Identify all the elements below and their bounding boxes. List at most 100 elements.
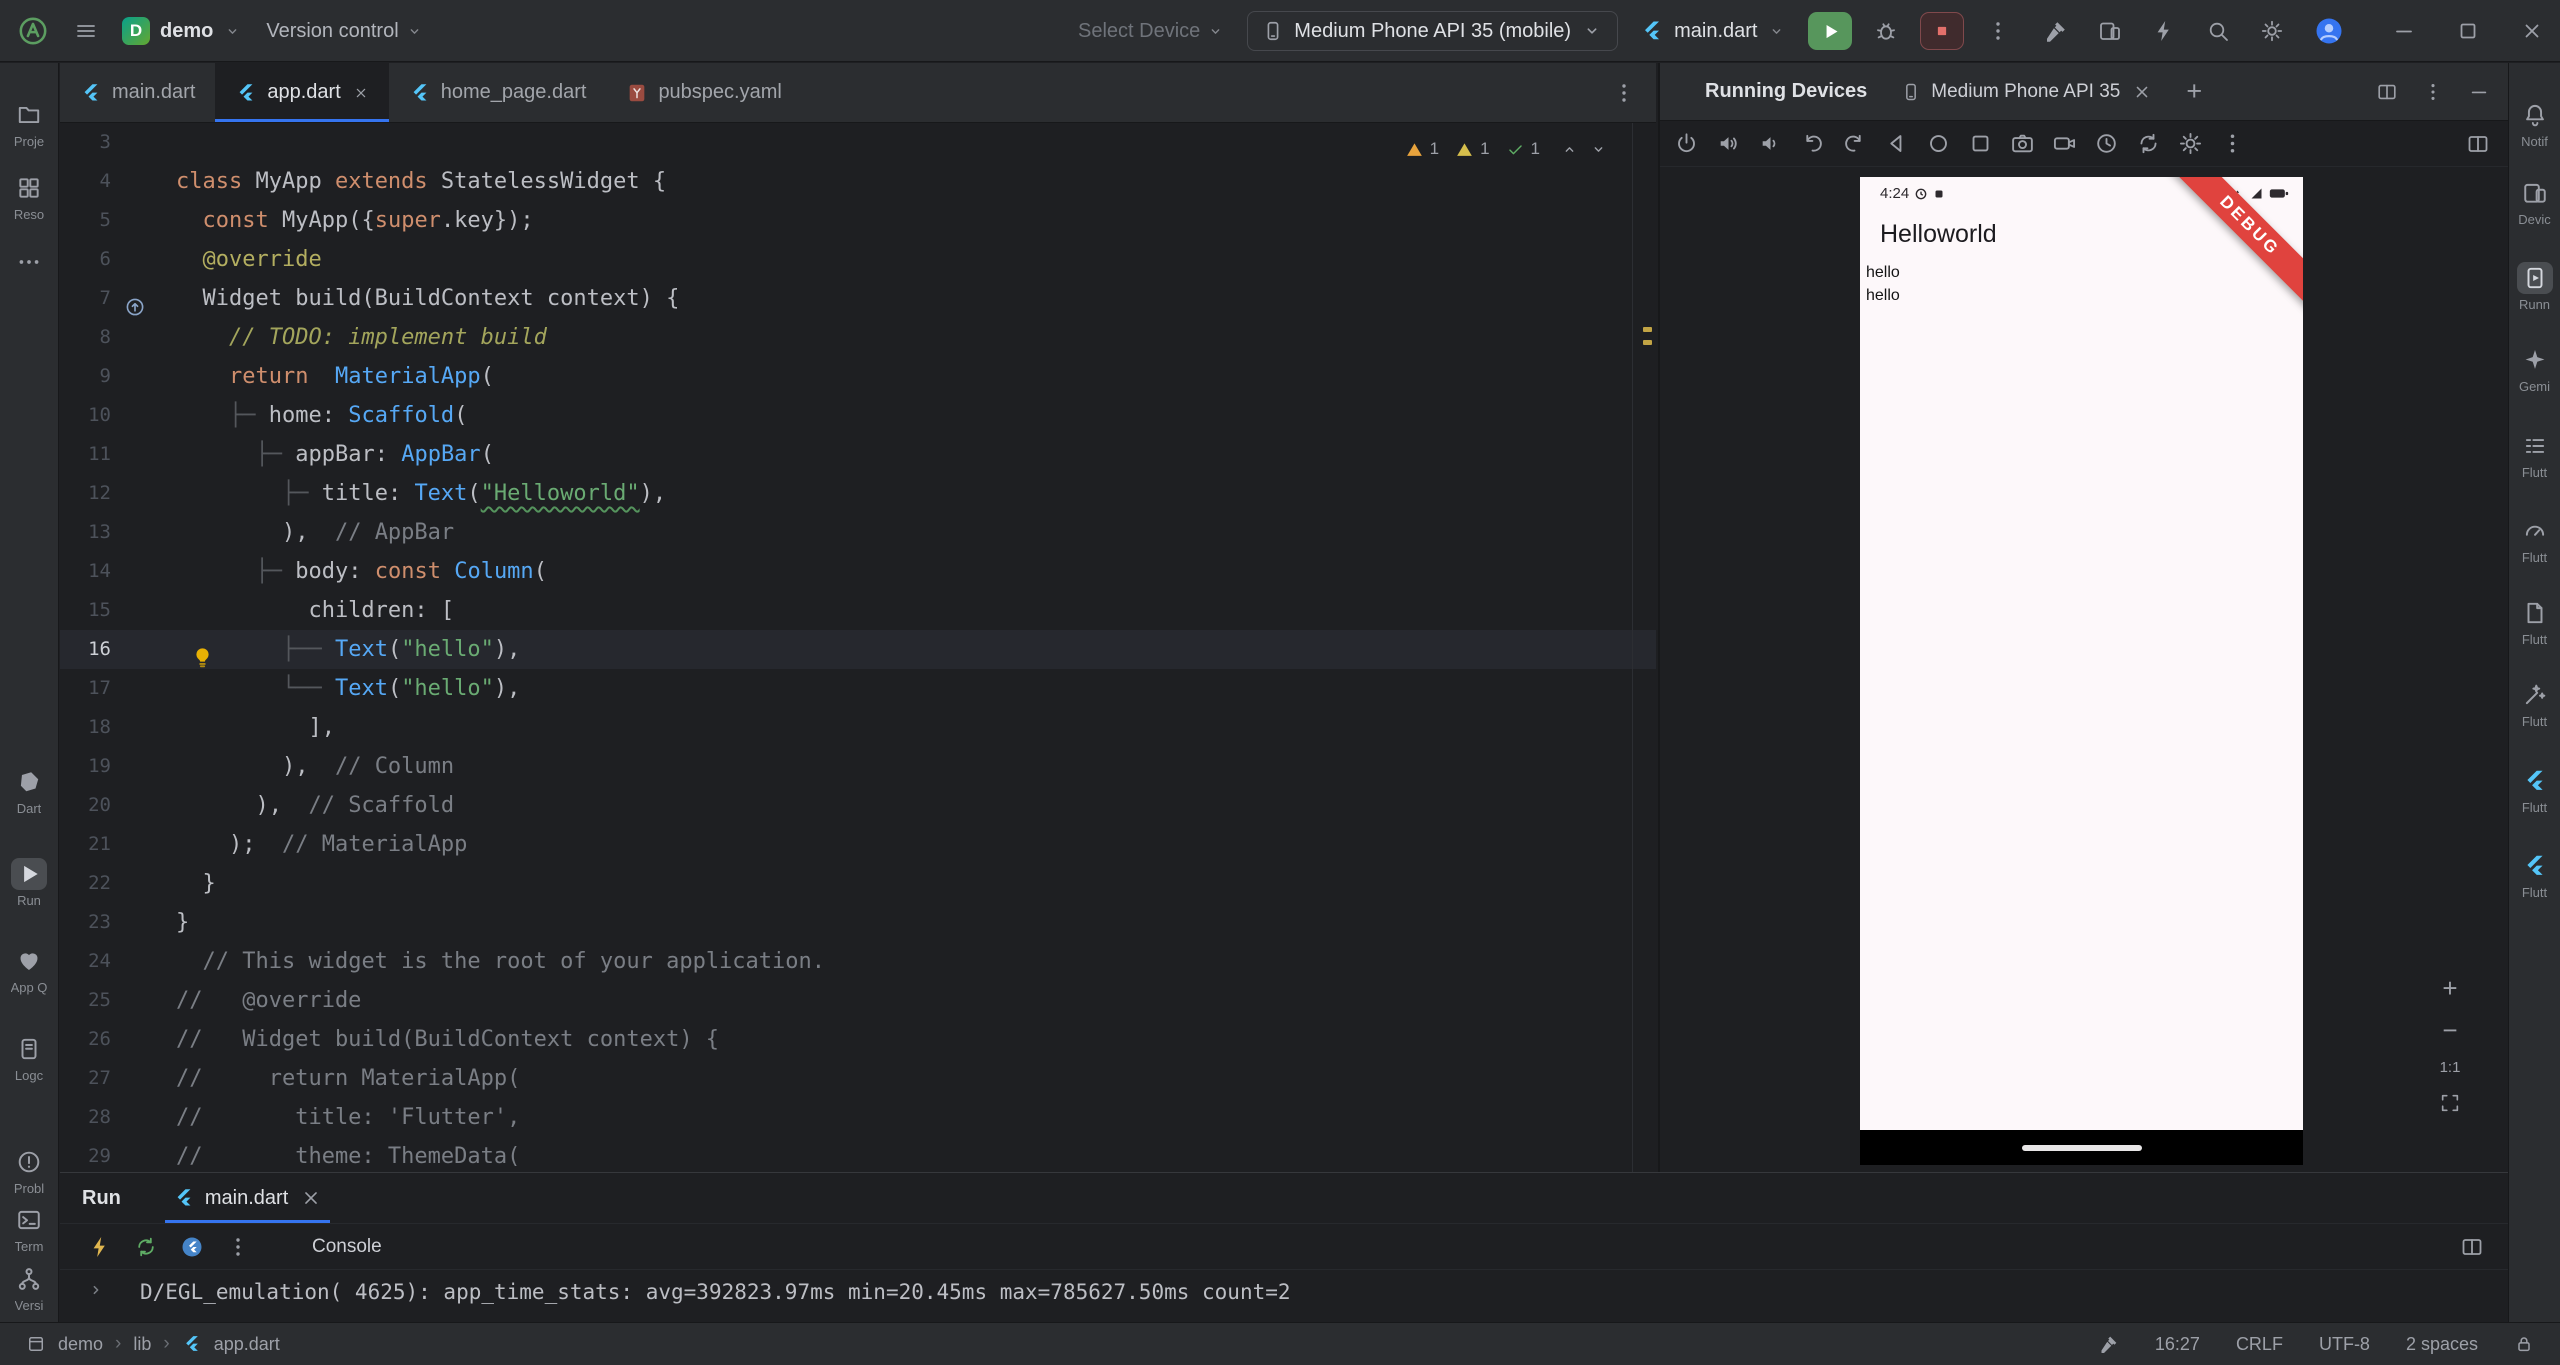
read-only-toggle[interactable] [2514, 1334, 2534, 1354]
split-panel-button[interactable] [2376, 81, 2398, 103]
run-button[interactable] [1808, 12, 1852, 50]
code-line-24[interactable]: 24 // This widget is the root of your ap… [60, 942, 1656, 981]
code-line-20[interactable]: 20 ), // Scaffold [60, 786, 1656, 825]
warnings-badge[interactable]: 1 [1405, 139, 1439, 159]
tool-button-flutter-tool-2[interactable]: Flutt [2509, 850, 2560, 900]
cursor-position[interactable]: 16:27 [2155, 1334, 2200, 1355]
tool-button-flutter-props[interactable]: Flutt [2509, 679, 2560, 729]
console-tab-label[interactable]: Console [312, 1236, 382, 1258]
tool-button-flutter-inspector[interactable]: Flutt [2509, 597, 2560, 647]
code-line-22[interactable]: 22 } [60, 864, 1656, 903]
maximize-button[interactable] [2456, 19, 2480, 43]
hot-reload-button[interactable] [88, 1235, 112, 1259]
debug-button[interactable] [1874, 19, 1898, 43]
project-selector[interactable]: D demo [122, 17, 242, 45]
device-sync-button[interactable] [2136, 131, 2161, 156]
build-button[interactable] [2044, 19, 2068, 43]
code-line-28[interactable]: 28// title: 'Flutter', [60, 1098, 1656, 1137]
code-line-9[interactable]: 9 return MaterialApp( [60, 357, 1656, 396]
hide-panel-button[interactable] [2468, 81, 2490, 103]
zoom-out-button[interactable]: − [2442, 1017, 2457, 1043]
warning-stripe-mark[interactable] [1643, 327, 1652, 332]
code-line-29[interactable]: 29// theme: ThemeData( [60, 1137, 1656, 1172]
device-manager-button[interactable] [2098, 19, 2122, 43]
screenshot-button[interactable] [2439, 1092, 2461, 1114]
device-screen-record-button[interactable] [2052, 131, 2077, 156]
split-console-button[interactable] [2460, 1235, 2484, 1259]
next-issue-button[interactable] [1589, 140, 1608, 159]
tool-button-running-devices[interactable]: Runn [2509, 262, 2560, 312]
device-snapshot-button[interactable] [2094, 131, 2119, 156]
tool-button-problems[interactable]: Probl [0, 1146, 58, 1196]
indent-setting[interactable]: 2 spaces [2406, 1334, 2478, 1355]
settings-button[interactable] [2260, 19, 2284, 43]
tool-button-gemini[interactable]: Gemi [2509, 344, 2560, 394]
hot-restart-button[interactable] [134, 1235, 158, 1259]
vcs-widget[interactable]: Version control [266, 20, 423, 43]
device-tab[interactable]: Medium Phone API 35 [1897, 63, 2156, 120]
tool-button-notifications[interactable]: Notif [2509, 99, 2560, 149]
close-tab-button[interactable] [353, 85, 369, 101]
code-line-23[interactable]: 23} [60, 903, 1656, 942]
device-rotate-left-button[interactable] [1800, 131, 1825, 156]
tool-button-resource-manager[interactable]: Reso [0, 172, 58, 222]
code-line-21[interactable]: 21 ); // MaterialApp [60, 825, 1656, 864]
code-line-27[interactable]: 27// return MaterialApp( [60, 1059, 1656, 1098]
add-device-button[interactable]: + [2186, 78, 2202, 105]
prev-issue-button[interactable] [1560, 140, 1579, 159]
device-selector[interactable]: Medium Phone API 35 (mobile) [1247, 11, 1618, 51]
code-line-18[interactable]: 18 ], [60, 708, 1656, 747]
zoom-in-button[interactable]: + [2442, 975, 2457, 1001]
console-output[interactable]: D/EGL_emulation( 4625): app_time_stats: … [60, 1270, 2508, 1304]
more-actions-button[interactable] [1986, 19, 2010, 43]
console-options-button[interactable] [226, 1235, 250, 1259]
tool-button-logcat[interactable]: Logc [0, 1033, 58, 1083]
tool-button-project[interactable]: Proje [0, 99, 58, 149]
warning-stripe-mark[interactable] [1643, 340, 1652, 345]
editor-tab-pubspec.yaml[interactable]: pubspec.yaml [606, 63, 801, 122]
code-line-5[interactable]: 5 const MyApp({super.key}); [60, 201, 1656, 240]
device-home-nav-button[interactable] [1926, 131, 1951, 156]
code-line-11[interactable]: 11 ├─ appBar: AppBar( [60, 435, 1656, 474]
editor-tab-app.dart[interactable]: app.dart [215, 63, 388, 122]
weak-warnings-badge[interactable]: 1 [1455, 139, 1489, 159]
editor-tab-main.dart[interactable]: main.dart [60, 63, 215, 122]
select-device-dropdown[interactable]: Select Device [1078, 20, 1225, 43]
breadcrumb-file[interactable]: app.dart [214, 1334, 280, 1355]
editor-tab-home_page.dart[interactable]: home_page.dart [389, 63, 607, 122]
tool-button-flutter-tool-1[interactable]: Flutt [2509, 765, 2560, 815]
code-line-12[interactable]: 12 ├─ title: Text("Helloworld"), [60, 474, 1656, 513]
code-line-25[interactable]: 25// @override [60, 981, 1656, 1020]
device-volume-down-button[interactable] [1758, 131, 1783, 156]
search-everywhere-button[interactable] [2206, 19, 2230, 43]
code-line-10[interactable]: 10 ├─ home: Scaffold( [60, 396, 1656, 435]
build-status-button[interactable] [2099, 1334, 2119, 1354]
device-recents-nav-button[interactable] [1968, 131, 1993, 156]
tool-button-device-manager[interactable]: Devic [2509, 177, 2560, 227]
code-line-8[interactable]: 8 // TODO: implement build [60, 318, 1656, 357]
device-camera-button[interactable] [2010, 131, 2035, 156]
error-stripe[interactable] [1640, 123, 1656, 1172]
code-line-6[interactable]: 6 @override [60, 240, 1656, 279]
close-button[interactable] [2520, 19, 2544, 43]
code-line-4[interactable]: 4class MyApp extends StatelessWidget { [60, 162, 1656, 201]
device-gear-button[interactable] [2178, 131, 2203, 156]
code-line-13[interactable]: 13 ), // AppBar [60, 513, 1656, 552]
tool-button-dart-analysis[interactable]: Dart [0, 766, 58, 816]
passed-badge[interactable]: 1 [1506, 139, 1540, 159]
tool-button-more-tools[interactable] [0, 246, 58, 281]
run-config-selector[interactable]: main.dart [1640, 19, 1786, 43]
external-display-button[interactable] [2466, 132, 2490, 156]
code-editor[interactable]: 34class MyApp extends StatelessWidget {5… [60, 123, 1656, 1172]
device-power-button[interactable] [1674, 131, 1699, 156]
code-line-16[interactable]: 16 ├── Text("hello"), [60, 630, 1656, 669]
zoom-reset-button[interactable]: 1:1 [2440, 1059, 2461, 1076]
code-line-15[interactable]: 15 children: [ [60, 591, 1656, 630]
tool-button-version-control[interactable]: Versi [0, 1263, 58, 1313]
main-menu-button[interactable] [74, 19, 98, 43]
device-rotate-right-button[interactable] [1842, 131, 1867, 156]
device-volume-up-button[interactable] [1716, 131, 1741, 156]
instant-run-button[interactable] [2152, 19, 2176, 43]
close-device-tab[interactable] [2132, 82, 2152, 102]
run-tab-main-dart[interactable]: main.dart [165, 1173, 330, 1223]
